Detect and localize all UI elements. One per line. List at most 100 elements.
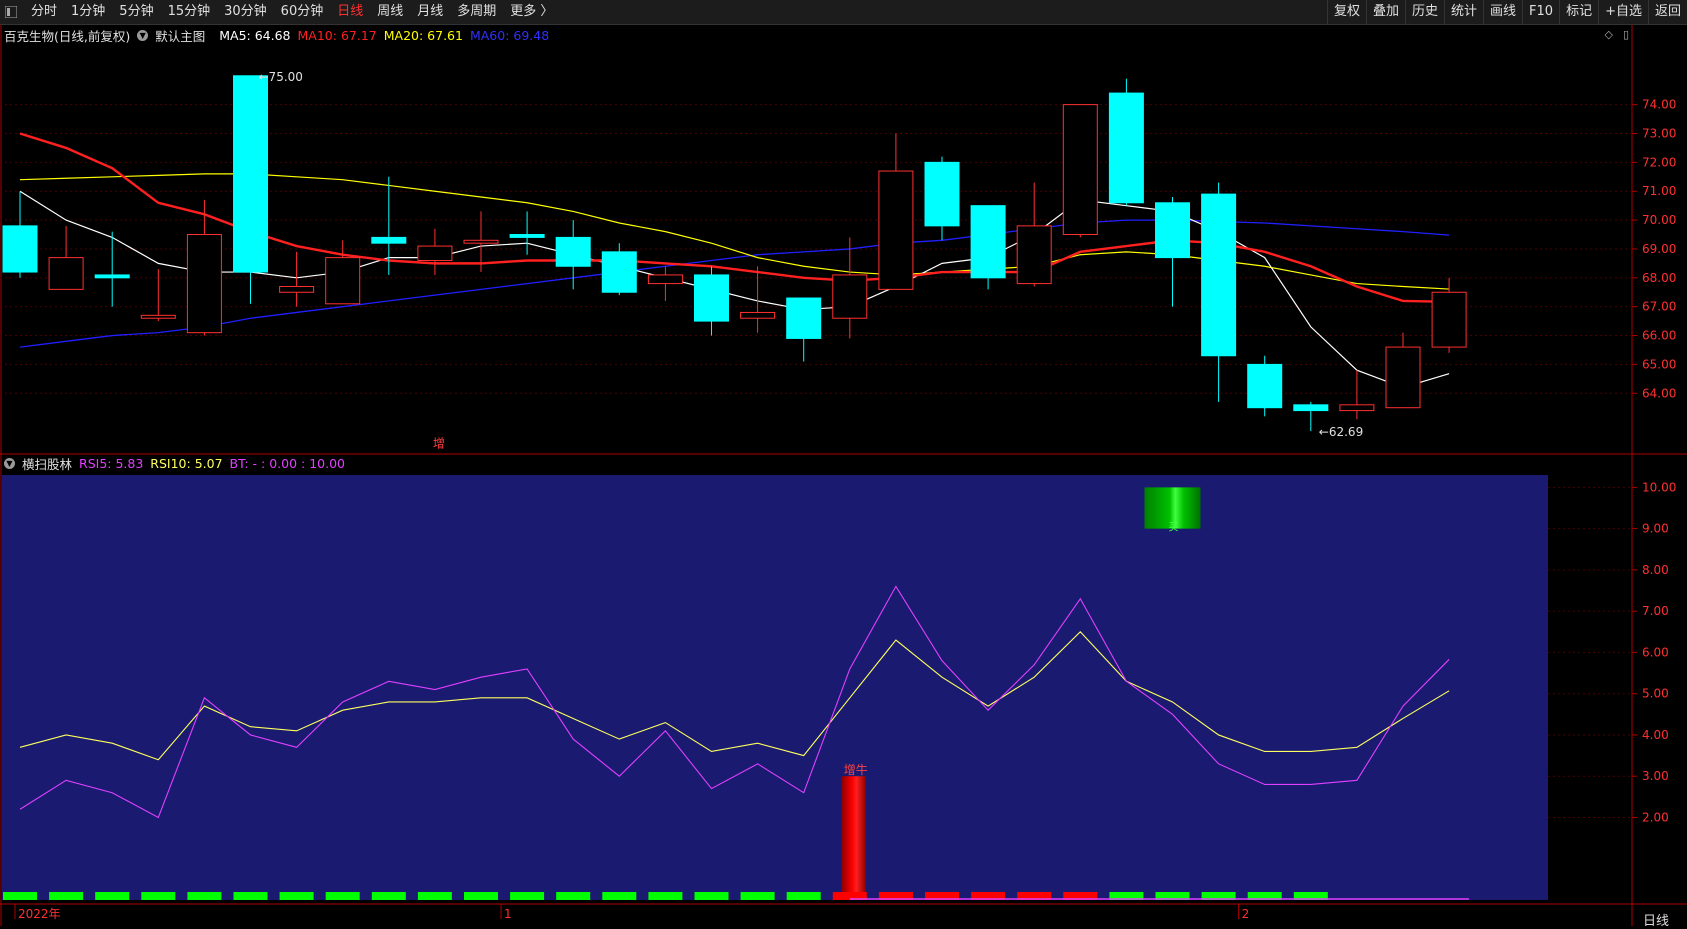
candle-body	[233, 75, 268, 273]
history-button[interactable]: 历史	[1404, 0, 1444, 24]
strip-green-block	[325, 892, 360, 900]
period-daily[interactable]: 日线	[330, 0, 370, 24]
price-tick-label: 65.00	[1642, 357, 1676, 371]
add-watchlist-button[interactable]: +自选	[1598, 0, 1648, 24]
rsi5-value: RSI5: 5.83	[79, 455, 144, 471]
period-weekly[interactable]: 周线	[370, 0, 410, 24]
mark-button[interactable]: 标记	[1559, 0, 1598, 24]
bt-signal-bar	[841, 776, 866, 900]
indicator-tick-label: 7.00	[1642, 604, 1669, 618]
indicator-legend: ▼ 横扫股林 RSI5: 5.83 RSI10: 5.07 BT: - : 0.…	[4, 454, 352, 473]
candle-body	[1062, 104, 1098, 236]
ma20-value: MA20: 67.61	[383, 27, 463, 43]
candle-body	[1339, 404, 1375, 412]
template-selector[interactable]: ▼ 默认主图	[137, 26, 212, 45]
candle-body	[1016, 225, 1052, 285]
indicator-name[interactable]: 横扫股林	[22, 454, 72, 473]
down-candle	[601, 243, 637, 296]
f10-button[interactable]: F10	[1522, 0, 1559, 24]
candle-body	[186, 234, 222, 334]
price-tick-label: 69.00	[1642, 242, 1676, 256]
candle-body	[1201, 193, 1237, 357]
buy-signal-label: 买	[1169, 522, 1179, 534]
signal-label: 增	[433, 436, 445, 450]
strip-green-block	[556, 892, 591, 900]
candle-body	[555, 236, 591, 267]
candle-body	[325, 257, 361, 305]
draw-line-button[interactable]: 画线	[1483, 0, 1522, 24]
candle-body	[509, 234, 545, 238]
indicator-tick-label: 5.00	[1642, 687, 1669, 701]
chevron-down-icon[interactable]: ▼	[4, 457, 15, 469]
candle-body	[279, 285, 315, 293]
candle-body	[1155, 202, 1190, 259]
bt-value: BT: - : 0.00 : 10.00	[229, 455, 345, 471]
up-candle	[325, 240, 361, 305]
up-candle	[140, 269, 176, 322]
candle-body	[647, 274, 683, 285]
price-tick-label: 74.00	[1642, 98, 1676, 112]
down-candle	[509, 211, 545, 255]
statistics-button[interactable]: 统计	[1444, 0, 1483, 24]
period-1min[interactable]: 1分钟	[64, 0, 112, 24]
candle-body	[786, 297, 822, 339]
period-more[interactable]: 更多 〉	[503, 0, 560, 24]
strip-green-block	[648, 892, 683, 900]
overlay-button[interactable]: 叠加	[1365, 0, 1405, 24]
up-candle	[1431, 277, 1467, 353]
low-price-label: ←62.69	[1319, 425, 1363, 439]
period-monthly[interactable]: 月线	[410, 0, 450, 24]
high-price-label: ←75.00	[259, 70, 303, 84]
down-candle	[94, 231, 130, 307]
period-30min[interactable]: 30分钟	[217, 0, 274, 24]
candle-body	[1108, 92, 1144, 204]
up-candle	[878, 133, 914, 290]
template-label: 默认主图	[155, 28, 206, 44]
candle-body	[140, 314, 176, 319]
strip-green-block	[279, 892, 314, 900]
restore-rights-button[interactable]: 复权	[1326, 0, 1366, 24]
period-toolbar: 分时 1分钟 5分钟 15分钟 30分钟 60分钟 日线 周线 月线 多周期 更…	[0, 0, 1687, 25]
back-button[interactable]: 返回	[1647, 0, 1687, 24]
chart-canvas[interactable]: 64.00 65.00 66.00 67.00 68.00 69.00 70.00 71.00…	[0, 25, 1687, 926]
strip-green-block	[3, 892, 37, 900]
chevron-down-icon: ▼	[137, 29, 149, 41]
period-5min[interactable]: 5分钟	[112, 0, 160, 24]
up-candle	[48, 225, 84, 290]
up-candle	[740, 266, 776, 333]
strip-green-block	[510, 892, 545, 900]
down-candle	[2, 191, 38, 278]
down-candle	[970, 205, 1006, 290]
window-icon[interactable]: ▯	[1623, 28, 1629, 41]
ma60-value: MA60: 69.48	[469, 27, 550, 43]
menu-icon[interactable]	[4, 5, 18, 19]
ma10-value: MA10: 67.17	[297, 27, 377, 43]
up-candle	[647, 266, 683, 301]
up-candle	[1385, 332, 1421, 409]
period-minute-timeline[interactable]: 分时	[24, 0, 64, 24]
strip-green-block	[371, 892, 406, 900]
down-candle	[694, 266, 729, 336]
rsi10-value: RSI10: 5.07	[150, 455, 223, 471]
up-candle	[1016, 182, 1052, 287]
indicator-tick-label: 8.00	[1642, 563, 1669, 577]
indicator-tick-label: 9.00	[1642, 522, 1669, 536]
candle-body	[924, 161, 960, 227]
date-label: 2	[1242, 907, 1250, 921]
strip-green-block	[233, 892, 268, 900]
indicator-tick-label: 2.00	[1642, 810, 1669, 824]
up-candle	[1062, 104, 1098, 238]
period-15min[interactable]: 15分钟	[161, 0, 218, 24]
diamond-icon[interactable]: ◇	[1604, 28, 1612, 41]
strip-green-block	[141, 892, 176, 900]
period-60min[interactable]: 60分钟	[274, 0, 331, 24]
strip-green-block	[95, 892, 130, 900]
down-candle	[786, 297, 822, 362]
up-candle	[832, 237, 868, 339]
candle-body	[1431, 291, 1467, 348]
stock-name[interactable]: 百克生物(日线,前复权)	[4, 26, 130, 45]
strip-green-block	[602, 892, 637, 900]
strip-green-block	[786, 892, 821, 900]
period-multi[interactable]: 多周期	[450, 0, 503, 24]
price-tick-label: 68.00	[1642, 271, 1676, 285]
